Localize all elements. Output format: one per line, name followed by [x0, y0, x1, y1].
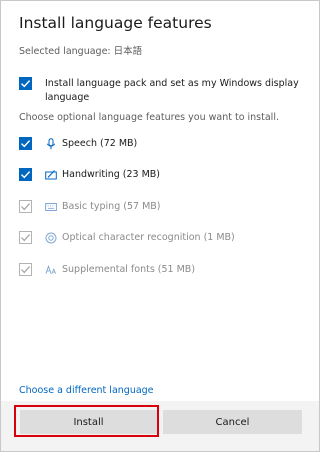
display-language-checkbox[interactable]	[19, 77, 32, 90]
optional-features-hint: Choose optional language features you wa…	[19, 112, 279, 123]
checkmark-icon	[21, 234, 31, 242]
choose-different-language-link[interactable]: Choose a different language	[19, 385, 154, 396]
feature-row-ocr: Optical character recognition (1 MB)	[19, 231, 235, 244]
display-language-option[interactable]: Install language pack and set as my Wind…	[19, 77, 299, 105]
pen-icon	[45, 168, 57, 181]
keyboard-icon	[45, 200, 57, 213]
display-language-label-line1: Install language pack and set as my Wind…	[45, 78, 299, 89]
dialog-title: Install language features	[19, 14, 212, 32]
speech-checkbox[interactable]	[19, 137, 32, 150]
feature-row-handwriting[interactable]: Handwriting (23 MB)	[19, 168, 160, 181]
install-language-features-dialog: Install language features Selected langu…	[0, 0, 320, 452]
ocr-checkbox	[19, 231, 32, 244]
handwriting-checkbox[interactable]	[19, 168, 32, 181]
selected-language-text: Selected language: 日本語	[19, 46, 143, 57]
feature-row-speech[interactable]: Speech (72 MB)	[19, 137, 137, 150]
supplemental-fonts-label: Supplemental fonts (51 MB)	[62, 264, 196, 275]
checkmark-icon	[21, 171, 31, 179]
ocr-label: Optical character recognition (1 MB)	[62, 232, 235, 243]
supplemental-fonts-checkbox	[19, 263, 32, 276]
feature-row-basic-typing: Basic typing (57 MB)	[19, 200, 161, 213]
cancel-button[interactable]: Cancel	[163, 410, 302, 434]
checkmark-icon	[21, 266, 31, 274]
handwriting-label: Handwriting (23 MB)	[62, 169, 161, 180]
install-button-highlight	[14, 405, 159, 437]
microphone-icon	[45, 137, 57, 150]
basic-typing-checkbox	[19, 200, 32, 213]
checkmark-icon	[21, 80, 31, 88]
checkmark-icon	[21, 140, 31, 148]
speech-label: Speech (72 MB)	[62, 138, 138, 149]
feature-row-supplemental-fonts: Supplemental fonts (51 MB)	[19, 263, 195, 276]
basic-typing-label: Basic typing (57 MB)	[62, 201, 161, 212]
checkmark-icon	[21, 203, 31, 211]
font-icon	[45, 263, 57, 276]
display-language-label-line2: language	[45, 92, 90, 103]
ocr-icon	[45, 231, 57, 244]
display-language-label: Install language pack and set as my Wind…	[45, 77, 299, 105]
